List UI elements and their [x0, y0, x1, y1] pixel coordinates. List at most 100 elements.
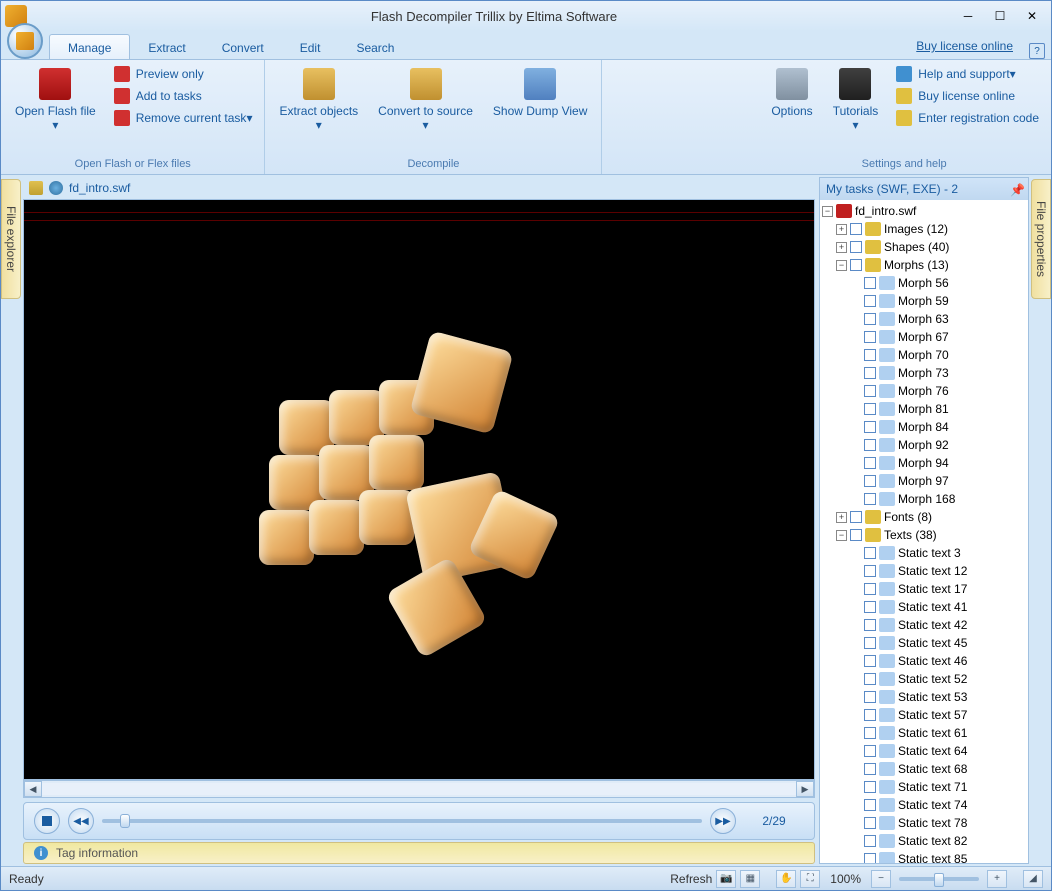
- remove-current-button[interactable]: Remove current task ▾: [108, 108, 259, 128]
- checkbox[interactable]: [864, 331, 876, 343]
- checkbox[interactable]: [864, 709, 876, 721]
- toggle-icon[interactable]: [850, 458, 861, 469]
- tree-item[interactable]: Morph 97: [822, 472, 1026, 490]
- toggle-icon[interactable]: [850, 854, 861, 864]
- scroll-left-icon[interactable]: ◀: [24, 781, 42, 797]
- checkbox[interactable]: [864, 565, 876, 577]
- convert-source-button[interactable]: Convert to source ▾: [370, 64, 481, 136]
- stop-button[interactable]: [34, 808, 60, 834]
- toggle-icon[interactable]: [850, 620, 861, 631]
- toggle-icon[interactable]: [850, 566, 861, 577]
- file-explorer-tab[interactable]: File explorer: [1, 179, 21, 299]
- toggle-icon[interactable]: −: [836, 260, 847, 271]
- pushpin-icon[interactable]: 📌: [1010, 183, 1022, 195]
- toggle-icon[interactable]: [850, 836, 861, 847]
- tree-item[interactable]: Morph 76: [822, 382, 1026, 400]
- checkbox[interactable]: [864, 835, 876, 847]
- camera-icon[interactable]: 📷: [716, 870, 736, 888]
- toggle-icon[interactable]: [850, 278, 861, 289]
- checkbox[interactable]: [850, 241, 862, 253]
- tree-item[interactable]: Morph 67: [822, 328, 1026, 346]
- checkbox[interactable]: [850, 529, 862, 541]
- next-button[interactable]: ▶▶: [710, 808, 736, 834]
- tree-item[interactable]: Static text 61: [822, 724, 1026, 742]
- tree-group[interactable]: +Images (12): [822, 220, 1026, 238]
- tree-item[interactable]: Morph 73: [822, 364, 1026, 382]
- tree-item[interactable]: Static text 12: [822, 562, 1026, 580]
- tree-item[interactable]: Static text 42: [822, 616, 1026, 634]
- tree-group[interactable]: +Fonts (8): [822, 508, 1026, 526]
- tree-item[interactable]: Static text 82: [822, 832, 1026, 850]
- tree-item[interactable]: Morph 70: [822, 346, 1026, 364]
- resize-grip-icon[interactable]: ◢: [1023, 870, 1043, 888]
- tree-item[interactable]: Static text 57: [822, 706, 1026, 724]
- tab-convert[interactable]: Convert: [204, 35, 282, 59]
- toggle-icon[interactable]: [850, 476, 861, 487]
- show-dump-button[interactable]: Show Dump View: [485, 64, 596, 122]
- preview-only-button[interactable]: Preview only: [108, 64, 259, 84]
- tree-item[interactable]: Static text 41: [822, 598, 1026, 616]
- tree-item[interactable]: Static text 78: [822, 814, 1026, 832]
- toggle-icon[interactable]: [850, 314, 861, 325]
- prev-button[interactable]: ◀◀: [68, 808, 94, 834]
- add-to-tasks-button[interactable]: Add to tasks: [108, 86, 259, 106]
- playback-slider[interactable]: [102, 819, 702, 823]
- checkbox[interactable]: [864, 313, 876, 325]
- buy-license-button[interactable]: Buy license online: [890, 86, 1045, 106]
- toggle-icon[interactable]: [850, 602, 861, 613]
- zoom-slider[interactable]: [899, 877, 979, 881]
- toggle-icon[interactable]: [850, 818, 861, 829]
- extract-objects-button[interactable]: Extract objects ▾: [271, 64, 366, 136]
- checkbox[interactable]: [864, 385, 876, 397]
- tree-item[interactable]: Static text 74: [822, 796, 1026, 814]
- file-properties-tab[interactable]: File properties: [1031, 179, 1051, 299]
- toggle-icon[interactable]: [850, 404, 861, 415]
- checkbox[interactable]: [864, 439, 876, 451]
- toggle-icon[interactable]: [850, 296, 861, 307]
- tree-item[interactable]: Morph 84: [822, 418, 1026, 436]
- toggle-icon[interactable]: [850, 494, 861, 505]
- h-scrollbar[interactable]: ◀ ▶: [23, 780, 815, 798]
- toggle-icon[interactable]: [850, 440, 861, 451]
- toggle-icon[interactable]: [850, 584, 861, 595]
- scroll-right-icon[interactable]: ▶: [796, 781, 814, 797]
- toggle-icon[interactable]: [850, 746, 861, 757]
- tab-extract[interactable]: Extract: [130, 35, 203, 59]
- checkbox[interactable]: [864, 457, 876, 469]
- nav-icon[interactable]: [29, 181, 43, 195]
- slider-thumb[interactable]: [120, 814, 130, 828]
- tree-item[interactable]: Morph 94: [822, 454, 1026, 472]
- checkbox[interactable]: [864, 367, 876, 379]
- checkbox[interactable]: [864, 655, 876, 667]
- tree-item[interactable]: Static text 64: [822, 742, 1026, 760]
- tree-item[interactable]: Morph 56: [822, 274, 1026, 292]
- checkbox[interactable]: [864, 403, 876, 415]
- toggle-icon[interactable]: [850, 710, 861, 721]
- tree-item[interactable]: Morph 63: [822, 310, 1026, 328]
- tab-edit[interactable]: Edit: [282, 35, 339, 59]
- toggle-icon[interactable]: [850, 386, 861, 397]
- checkbox[interactable]: [864, 853, 876, 863]
- toggle-icon[interactable]: +: [836, 512, 847, 523]
- tree-item[interactable]: Static text 71: [822, 778, 1026, 796]
- toggle-icon[interactable]: [850, 638, 861, 649]
- tree-item[interactable]: Static text 46: [822, 652, 1026, 670]
- checkbox[interactable]: [864, 799, 876, 811]
- checkbox[interactable]: [864, 601, 876, 613]
- help-support-button[interactable]: Help and support ▾: [890, 64, 1045, 84]
- checkbox[interactable]: [864, 475, 876, 487]
- minimize-button[interactable]: ─: [953, 5, 983, 27]
- tutorials-button[interactable]: Tutorials ▾: [825, 64, 887, 136]
- options-button[interactable]: Options: [763, 64, 820, 122]
- toggle-icon[interactable]: [850, 782, 861, 793]
- tasks-tree[interactable]: −fd_intro.swf+Images (12)+Shapes (40)−Mo…: [820, 200, 1028, 863]
- tree-item[interactable]: Static text 45: [822, 634, 1026, 652]
- toggle-icon[interactable]: [850, 332, 861, 343]
- toggle-icon[interactable]: −: [822, 206, 833, 217]
- checkbox[interactable]: [864, 547, 876, 559]
- checkbox[interactable]: [864, 637, 876, 649]
- checkbox[interactable]: [850, 511, 862, 523]
- toggle-icon[interactable]: +: [836, 224, 847, 235]
- tree-item[interactable]: Morph 81: [822, 400, 1026, 418]
- tree-group[interactable]: +Shapes (40): [822, 238, 1026, 256]
